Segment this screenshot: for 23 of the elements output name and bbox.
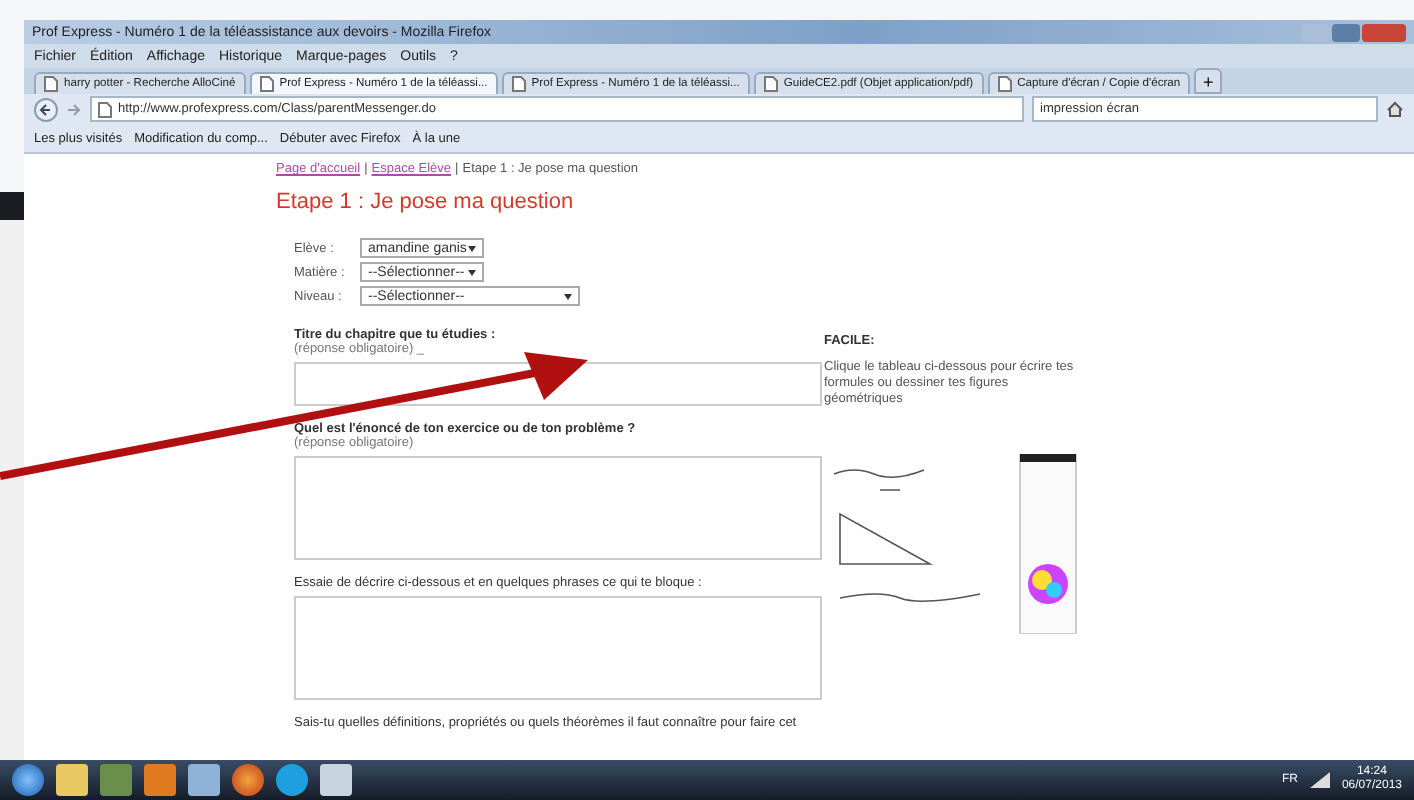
- dropdown-caret-icon: [468, 245, 476, 251]
- answer-box[interactable]: [294, 362, 822, 406]
- document-icon[interactable]: [320, 764, 352, 796]
- page-icon: [44, 76, 58, 92]
- start-icon[interactable]: [12, 764, 44, 796]
- back-icon[interactable]: [34, 97, 58, 121]
- page-icon: [98, 101, 112, 117]
- chat-icon[interactable]: [276, 764, 308, 796]
- folder-icon[interactable]: [56, 764, 88, 796]
- page-heading: Etape 1 : Je pose ma question: [276, 190, 576, 214]
- maximize-icon[interactable]: [1332, 23, 1360, 41]
- home-icon[interactable]: [1386, 100, 1404, 118]
- page-icon: [259, 76, 274, 92]
- forward-icon[interactable]: [66, 101, 82, 117]
- dropdown-caret-icon: [468, 269, 476, 275]
- page-icon: [511, 76, 526, 92]
- dropdown-caret-icon: [564, 293, 572, 299]
- signal-icon[interactable]: [1309, 772, 1330, 788]
- browser-icon[interactable]: [232, 764, 264, 796]
- new-tab-button[interactable]: +: [1194, 68, 1223, 94]
- page-icon: [997, 76, 1012, 92]
- page-icon: [763, 76, 778, 92]
- close-icon[interactable]: [1362, 23, 1406, 41]
